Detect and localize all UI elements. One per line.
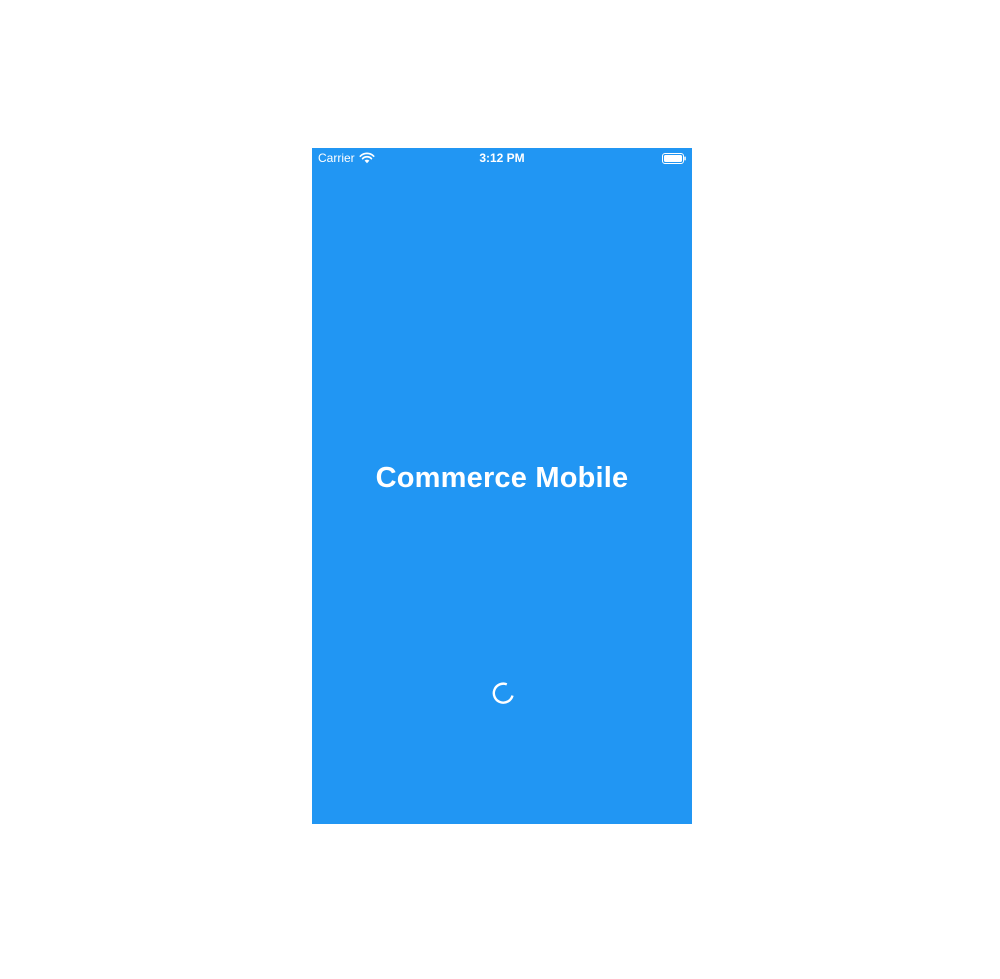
loading-spinner-icon — [492, 682, 514, 704]
battery-full-icon — [662, 153, 686, 164]
status-time: 3:12 PM — [479, 151, 525, 165]
app-title: Commerce Mobile — [375, 462, 629, 494]
phone-screen: Carrier 3:12 PM Commerce Mobile — [312, 148, 692, 824]
status-bar: Carrier 3:12 PM — [312, 148, 692, 168]
